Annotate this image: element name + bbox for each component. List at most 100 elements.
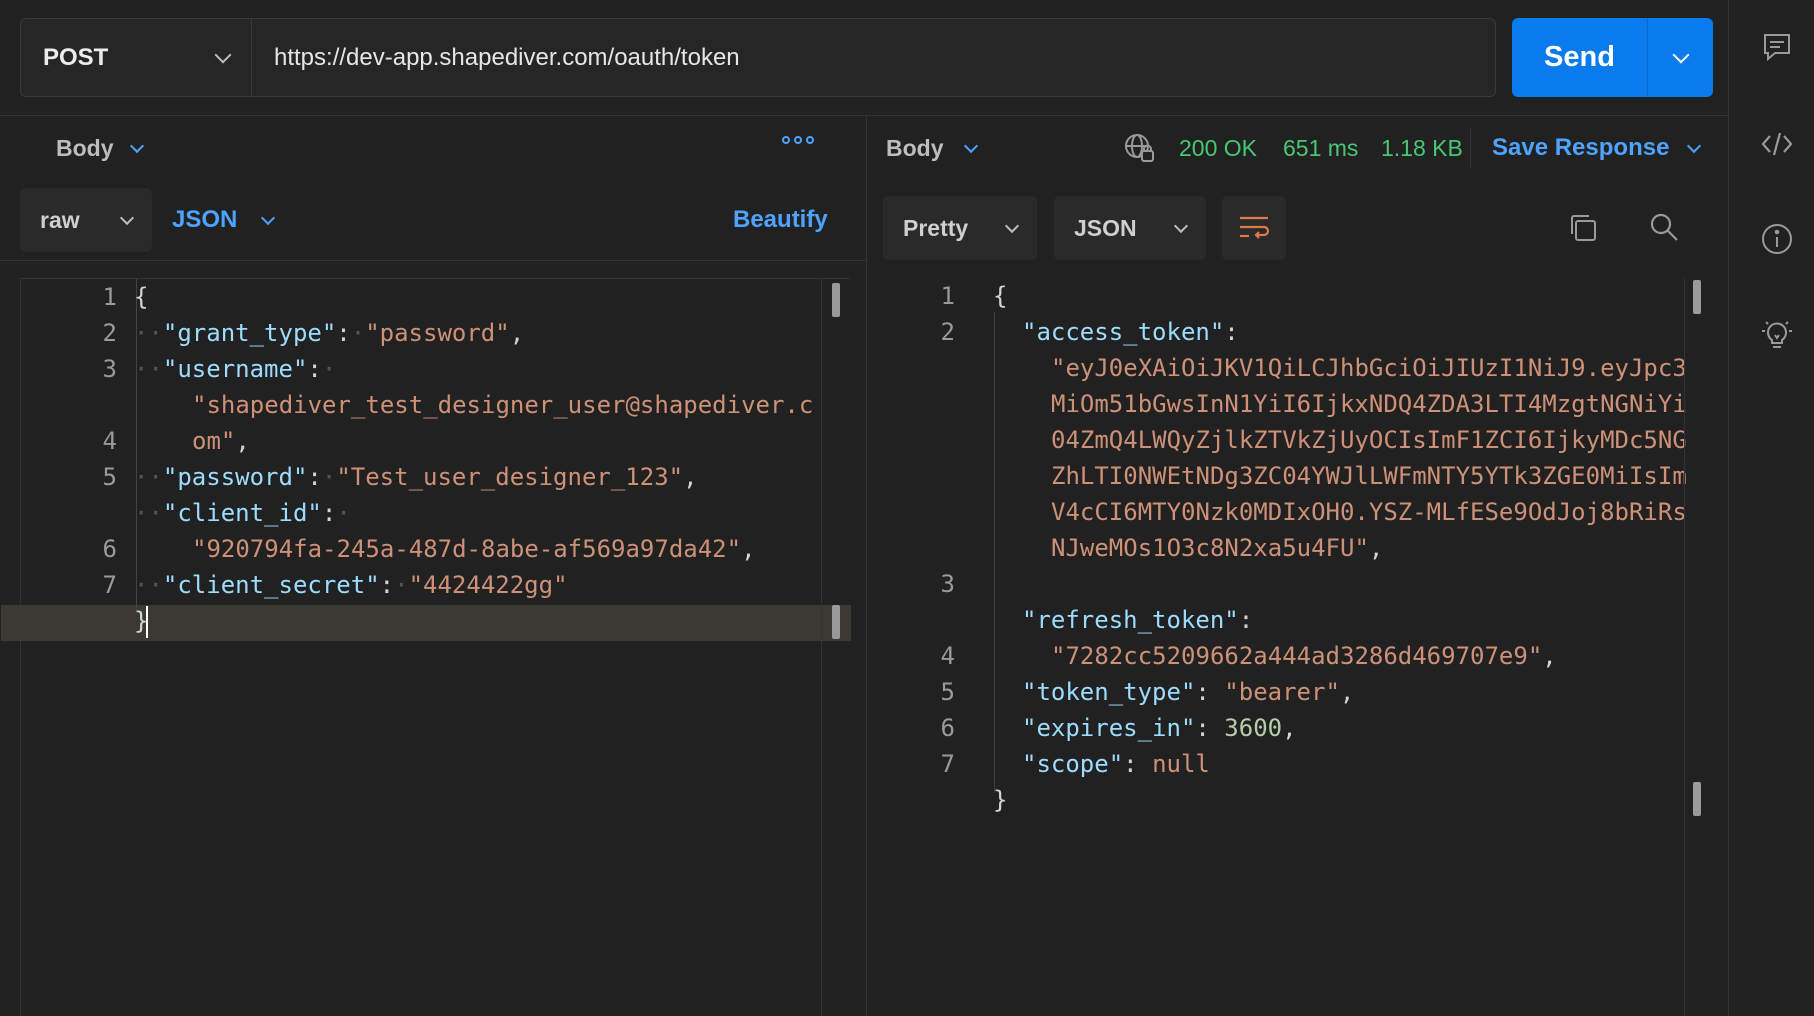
json-value: password [379, 319, 496, 347]
line-number: 1 [940, 282, 955, 310]
body-mode-label: raw [40, 206, 80, 233]
line-number: 6 [940, 714, 955, 742]
body-format-select[interactable]: JSON [172, 188, 276, 252]
status-code[interactable]: 200 OK [1179, 135, 1257, 162]
chevron-down-icon [963, 138, 978, 153]
json-value: 7282cc5209662a444ad3286d469707e9 [1065, 642, 1528, 670]
code-line: ··"username":· [134, 355, 337, 383]
line-number: 5 [102, 463, 117, 491]
json-value: 3600 [1224, 714, 1283, 742]
json-value: shapediver_test_designer_user@shapediver… [192, 391, 814, 455]
line-number: 4 [940, 642, 955, 670]
req-body-label: Body [56, 134, 114, 161]
response-body-viewer[interactable]: 1 2 3 4 5 6 7 { "access_token": "eyJ0eXA… [883, 278, 1713, 1016]
line-numbers: 1 2 3 4 5 6 7 [57, 279, 117, 603]
line-number: 6 [102, 535, 117, 563]
code-line: ··"client_secret":·"4424422gg" [134, 571, 568, 599]
line-number: 7 [940, 750, 955, 778]
line-number [57, 387, 117, 423]
code-line: "refresh_token": [1022, 606, 1254, 634]
search-icon[interactable] [1648, 211, 1680, 243]
line-number: 2 [102, 319, 117, 347]
divider [0, 260, 866, 261]
json-value: Test_user_designer_123 [350, 463, 669, 491]
line-number [57, 495, 117, 531]
beautify-label: Beautify [733, 206, 828, 233]
chevron-down-icon [129, 138, 144, 153]
chevron-down-icon [1004, 218, 1020, 233]
save-response-button[interactable]: Save Response [1492, 130, 1702, 166]
body-format-label: JSON [172, 206, 238, 233]
active-line-highlight [1, 605, 851, 641]
response-size[interactable]: 1.18 KB [1381, 135, 1463, 162]
save-response-label: Save Response [1492, 134, 1670, 161]
request-body-editor[interactable]: 1 2 3 4 5 6 7 { ··"grant_type":·"passwor… [1, 278, 851, 1016]
json-value: null [1152, 750, 1210, 778]
app-window: POST https://dev-app.shapediver.com/oaut… [0, 0, 1814, 1016]
json-value: 920794fa-245a-487d-8abe-af569a97da42 [206, 535, 727, 563]
chevron-down-icon [1672, 46, 1689, 63]
chevron-down-icon [261, 210, 276, 225]
scrollbar-thumb[interactable] [1693, 280, 1701, 314]
view-mode-label: Pretty [903, 214, 969, 241]
info-icon[interactable] [1760, 222, 1794, 256]
lightbulb-icon[interactable] [1760, 318, 1794, 352]
code-line: ··"password":·"Test_user_designer_123", [134, 463, 698, 491]
chevron-down-icon [1687, 138, 1702, 153]
divider [0, 115, 1728, 116]
resp-format-select[interactable]: JSON [1054, 196, 1206, 260]
response-time[interactable]: 651 ms [1283, 135, 1358, 162]
json-value: bearer [1238, 678, 1326, 706]
code-line: { [134, 283, 149, 311]
chevron-down-icon [119, 210, 135, 225]
url-text: https://dev-app.shapediver.com/oauth/tok… [274, 43, 740, 71]
code-line: ··"grant_type":·"password", [134, 319, 525, 347]
send-label: Send [1544, 41, 1615, 73]
scrollbar-track [821, 279, 822, 1016]
line-number: 3 [102, 355, 117, 383]
code-icon[interactable] [1760, 127, 1794, 161]
code-line: { [993, 282, 1008, 310]
code-line: "scope": null [1022, 750, 1210, 778]
url-input[interactable]: https://dev-app.shapediver.com/oauth/tok… [251, 18, 1496, 97]
scrollbar-thumb[interactable] [832, 283, 840, 317]
body-mode-select[interactable]: raw [20, 188, 152, 252]
line-numbers: 1 2 3 4 5 6 7 [883, 278, 955, 782]
code-line: "920794fa-245a-487d-8abe-af569a97da42", [192, 535, 756, 563]
wrap-icon[interactable] [1222, 196, 1286, 260]
panel-divider[interactable] [866, 115, 867, 1016]
divider [1470, 128, 1471, 168]
copy-icon[interactable] [1567, 212, 1599, 244]
chevron-down-icon [214, 46, 232, 63]
more-icon[interactable] [782, 136, 814, 144]
code-line: ··"client_id":· [134, 499, 351, 527]
req-body-tab[interactable]: Body [56, 130, 144, 166]
globe-icon[interactable] [1122, 131, 1156, 165]
line-number: 3 [940, 570, 955, 598]
line-number: 5 [940, 678, 955, 706]
json-value: eyJ0eXAiOiJKV1QiLCJhbGciOiJIUzI1NiJ9.eyJ… [1051, 354, 1687, 562]
code-line: "expires_in": 3600, [1022, 714, 1297, 742]
beautify-button[interactable]: Beautify [733, 188, 828, 252]
line-number: 1 [102, 283, 117, 311]
resp-body-tab[interactable]: Body [886, 130, 978, 166]
scrollbar-track [1684, 278, 1685, 1016]
resp-format-label: JSON [1074, 214, 1137, 241]
rail-divider [1728, 0, 1729, 1016]
scrollbar-thumb[interactable] [1693, 782, 1701, 816]
send-options-button[interactable] [1647, 18, 1713, 97]
json-value: 4424422gg [423, 571, 554, 599]
code-line: "access_token": [1022, 318, 1239, 346]
code-line: "7282cc5209662a444ad3286d469707e9", [1051, 642, 1557, 670]
line-number: 7 [102, 571, 117, 599]
method-label: POST [43, 43, 109, 71]
scrollbar-thumb[interactable] [832, 605, 840, 639]
view-mode-select[interactable]: Pretty [883, 196, 1037, 260]
comment-icon[interactable] [1760, 30, 1794, 64]
send-button[interactable]: Send [1512, 18, 1647, 97]
method-select[interactable]: POST [20, 18, 251, 97]
indent-guide [994, 312, 995, 792]
line-number [883, 350, 955, 566]
chevron-down-icon [1173, 218, 1189, 233]
code-line: "eyJ0eXAiOiJKV1QiLCJhbGciOiJIUzI1NiJ9.ey… [1051, 354, 1687, 562]
